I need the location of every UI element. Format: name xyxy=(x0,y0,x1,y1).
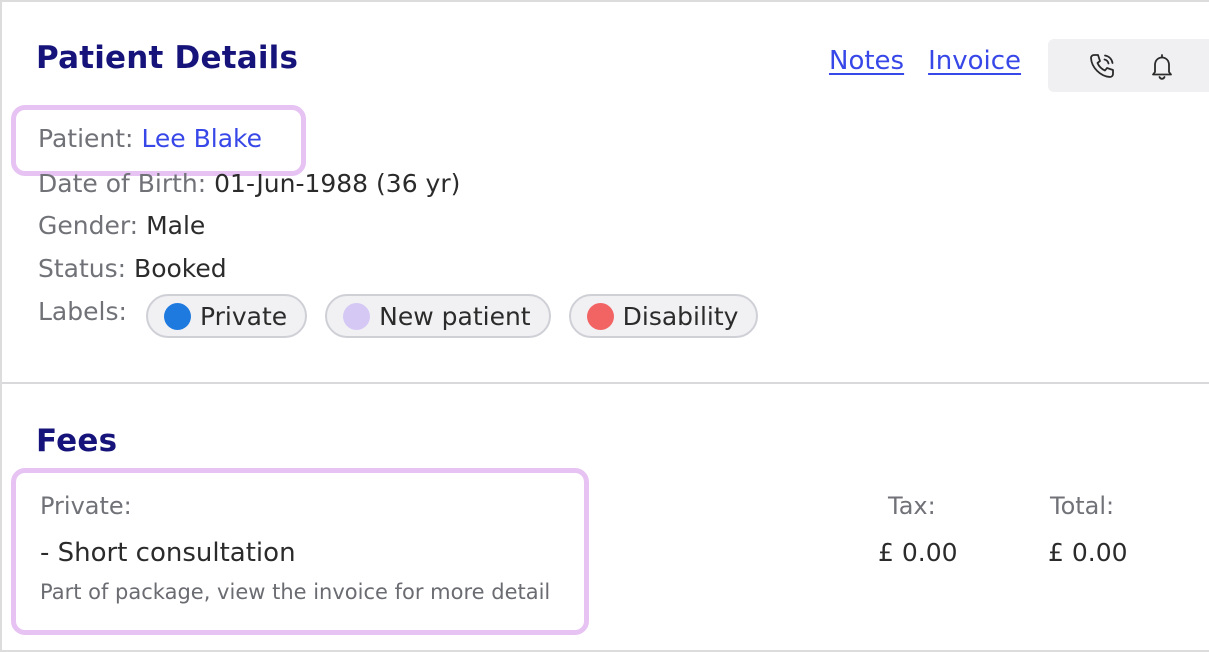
label-chips: Private New patient Disability xyxy=(146,294,759,338)
total-value: £ 0.00 xyxy=(1048,538,1128,567)
total-header: Total: xyxy=(1050,492,1115,520)
page-title: Patient Details xyxy=(36,40,299,76)
tax-value: £ 0.00 xyxy=(878,538,958,567)
phone-call-icon[interactable] xyxy=(1087,51,1117,81)
gender-row: Gender: Male xyxy=(38,211,205,240)
dob-label: Date of Birth: xyxy=(38,169,207,198)
bell-icon[interactable] xyxy=(1147,51,1177,81)
tax-header: Tax: xyxy=(888,492,936,520)
label-chip-text: Disability xyxy=(622,301,739,331)
patient-highlight xyxy=(11,105,306,176)
status-label: Status: xyxy=(38,254,127,283)
label-chip-new-patient[interactable]: New patient xyxy=(325,294,551,338)
status-value: Booked xyxy=(134,254,227,283)
label-chip-text: New patient xyxy=(379,301,531,331)
new-patient-dot-icon xyxy=(343,302,371,330)
label-chip-text: Private xyxy=(200,301,288,331)
dob-value: 01-Jun-1988 (36 yr) xyxy=(214,169,461,198)
private-dot-icon xyxy=(164,302,191,330)
gender-label: Gender: xyxy=(38,211,139,240)
labels-label: Labels: xyxy=(38,297,127,326)
top-links: Notes Invoice xyxy=(829,46,1021,76)
dob-row: Date of Birth: 01-Jun-1988 (36 yr) xyxy=(38,169,460,198)
fees-highlight xyxy=(11,468,589,635)
invoice-link[interactable]: Invoice xyxy=(928,46,1021,76)
label-chip-disability[interactable]: Disability xyxy=(568,294,759,338)
label-chip-private[interactable]: Private xyxy=(146,294,308,338)
section-divider xyxy=(2,382,1209,384)
gender-value: Male xyxy=(146,211,206,240)
status-row: Status: Booked xyxy=(38,254,227,283)
labels-row: Labels: xyxy=(38,297,127,326)
disability-dot-icon xyxy=(586,302,614,330)
fees-title: Fees xyxy=(36,423,118,459)
action-icon-bar xyxy=(1048,39,1209,92)
notes-link[interactable]: Notes xyxy=(829,46,904,76)
